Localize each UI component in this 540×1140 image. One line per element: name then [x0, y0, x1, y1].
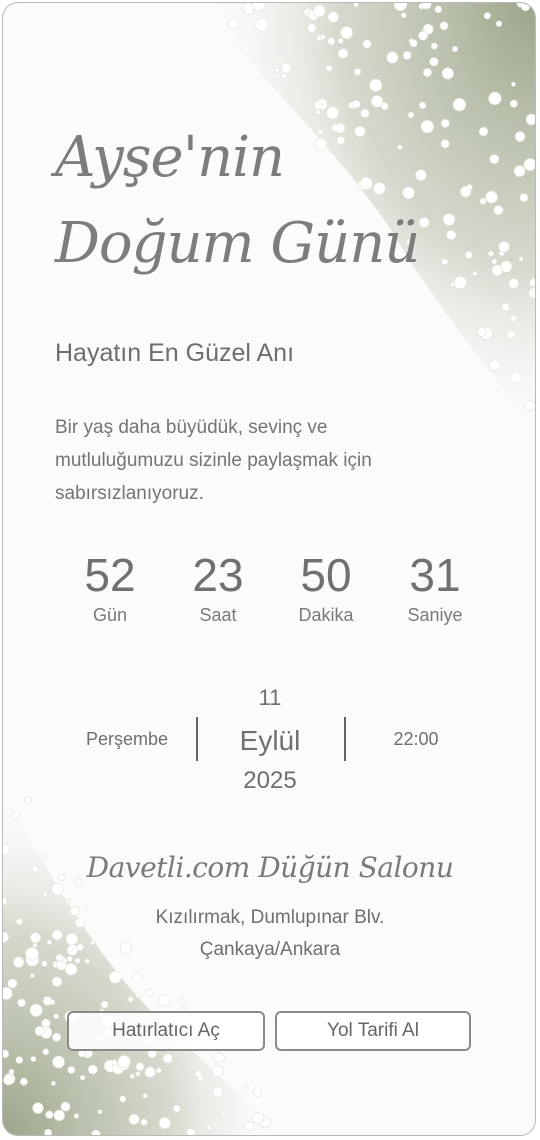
invitation-card: Ayşe'nin Doğum Günü Hayatın En Güzel Anı… [2, 2, 536, 1136]
countdown-days: 52 Gün [55, 547, 165, 626]
title-event: Doğum Günü [55, 211, 420, 276]
event-time: 22:00 [393, 729, 439, 749]
countdown-seconds: 31 Saniye [380, 547, 490, 626]
countdown-value: 31 [409, 549, 461, 601]
description: Bir yaş daha büyüdük, sevinç ve mutluluğ… [55, 417, 372, 504]
event-date: Perşembe 11 Eylül 2025 22:00 [3, 683, 535, 803]
countdown-hours: 23 Saat [163, 547, 273, 626]
title-name: Ayşe'nin [55, 125, 285, 190]
countdown-minutes: 50 Dakika [271, 547, 381, 626]
venue-address-line2: Çankaya/Ankara [199, 939, 341, 960]
subtitle: Hayatın En Güzel Anı [55, 339, 295, 367]
month: Eylül [239, 725, 301, 756]
date-divider [344, 717, 346, 761]
venue-name: Davetli.com Düğün Salonu [86, 851, 454, 884]
reminder-button[interactable]: Hatırlatıcı Aç [67, 1011, 265, 1051]
countdown-value: 50 [300, 549, 352, 601]
countdown-value: 52 [84, 549, 136, 601]
countdown-label: Saat [199, 605, 237, 625]
countdown-label: Gün [92, 605, 128, 625]
countdown-label: Dakika [298, 605, 354, 625]
day-number: 11 [258, 685, 282, 710]
countdown-timer: 52 Gün 23 Saat 50 Dakika 31 Saniye [55, 547, 485, 637]
countdown-label: Saniye [407, 605, 463, 625]
directions-button[interactable]: Yol Tarifi Al [275, 1011, 471, 1051]
venue-address-line1: Kızılırmak, Dumlupınar Blv. [155, 907, 385, 928]
day-name: Perşembe [85, 729, 169, 749]
year: 2025 [243, 767, 297, 794]
countdown-value: 23 [192, 549, 244, 601]
